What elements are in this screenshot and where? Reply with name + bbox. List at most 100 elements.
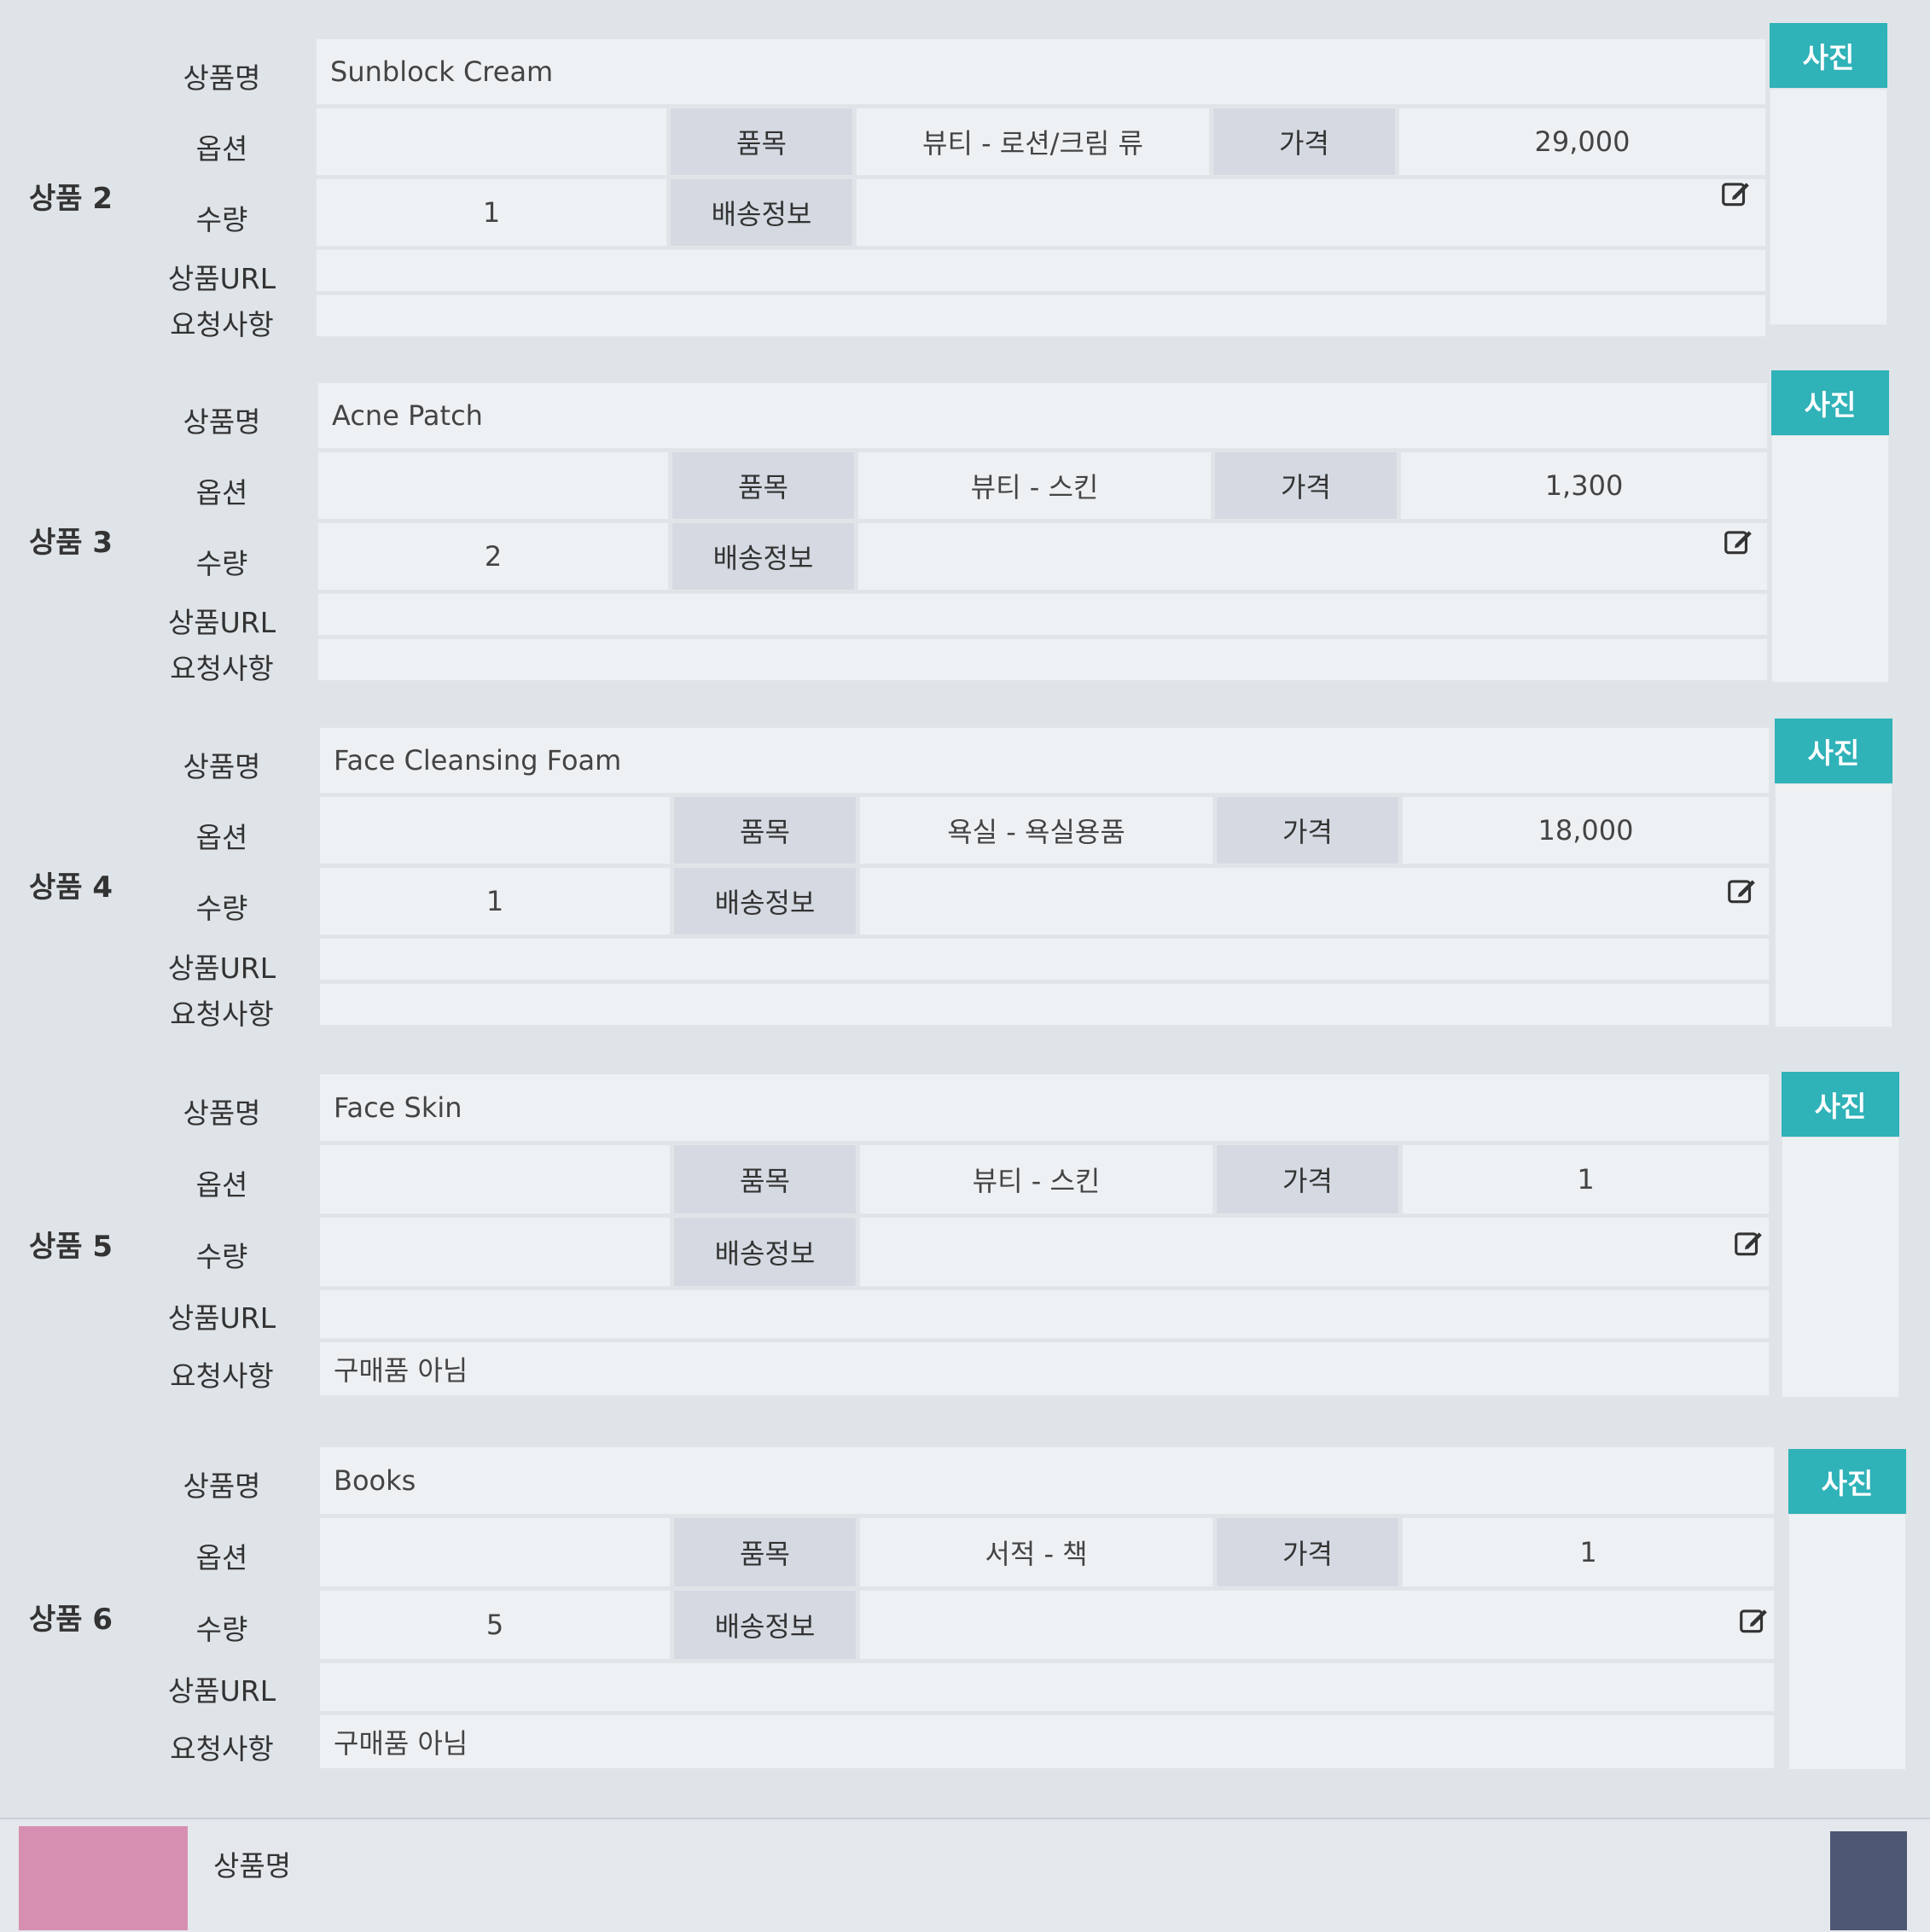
qty-label: 수량 — [195, 1613, 248, 1646]
category-field[interactable]: 욕실 - 욕실용품 — [859, 796, 1213, 864]
name-field[interactable]: Face Skin — [319, 1074, 1770, 1142]
request-field[interactable]: 구매품 아님 — [319, 1714, 1775, 1769]
option-field[interactable] — [319, 1144, 671, 1214]
category-field[interactable]: 뷰티 - 스킨 — [859, 1144, 1213, 1214]
product-title: 상품 5 — [29, 1230, 113, 1264]
request-field[interactable] — [316, 294, 1766, 337]
category-field[interactable]: 뷰티 - 로션/크림 류 — [856, 108, 1210, 176]
url-field[interactable] — [319, 1289, 1770, 1339]
qty-field[interactable] — [319, 1217, 671, 1287]
category-label: 품목 — [673, 1517, 857, 1587]
shipping-label: 배송정보 — [673, 1217, 857, 1287]
name-label: 상품명 — [213, 1849, 292, 1883]
side-button[interactable] — [1830, 1831, 1907, 1930]
name-field[interactable]: Acne Patch — [317, 382, 1768, 449]
price-field[interactable]: 29,000 — [1398, 108, 1766, 176]
price-field[interactable]: 1,300 — [1400, 451, 1768, 520]
request-label: 요청사항 — [170, 652, 274, 685]
qty-label: 수량 — [195, 203, 248, 236]
edit-icon[interactable] — [1719, 177, 1752, 210]
request-field[interactable]: 구매품 아님 — [319, 1341, 1770, 1396]
name-field[interactable]: Books — [319, 1446, 1775, 1515]
qty-field[interactable]: 1 — [319, 867, 671, 935]
shipping-field[interactable] — [859, 1217, 1770, 1287]
edit-icon[interactable] — [1737, 1604, 1770, 1637]
url-field[interactable] — [317, 593, 1768, 636]
category-label: 품목 — [673, 796, 857, 864]
request-label: 요청사항 — [170, 1359, 274, 1393]
price-field[interactable]: 1 — [1402, 1517, 1775, 1587]
qty-label: 수량 — [195, 1240, 248, 1273]
photo-button[interactable]: 사진 — [1771, 370, 1889, 435]
request-label: 요청사항 — [170, 998, 274, 1031]
product-title: 상품 6 — [29, 1603, 113, 1637]
option-field[interactable] — [316, 108, 667, 176]
option-label: 옵션 — [195, 476, 248, 509]
category-label: 품목 — [671, 451, 855, 520]
name-label: 상품명 — [183, 405, 261, 439]
option-label: 옵션 — [195, 1541, 248, 1574]
qty-label: 수량 — [195, 547, 248, 580]
photo-area — [1788, 1514, 1906, 1770]
name-field[interactable]: Face Cleansing Foam — [319, 727, 1770, 794]
shipping-label: 배송정보 — [673, 867, 857, 935]
qty-field[interactable]: 5 — [319, 1590, 671, 1660]
shipping-label: 배송정보 — [673, 1590, 857, 1660]
name-label: 상품명 — [183, 1469, 261, 1503]
photo-area — [1782, 1137, 1899, 1398]
request-field[interactable] — [317, 638, 1768, 681]
url-label: 상품URL — [167, 1301, 276, 1335]
price-label: 가격 — [1212, 108, 1396, 176]
qty-field[interactable]: 2 — [317, 522, 669, 591]
option-field[interactable] — [319, 1517, 671, 1587]
edit-icon[interactable] — [1722, 526, 1754, 558]
product-title: 상품 2 — [29, 182, 113, 216]
price-label: 가격 — [1216, 1144, 1399, 1214]
category-label: 품목 — [673, 1144, 857, 1214]
price-label: 가격 — [1214, 451, 1398, 520]
product-title: 상품 4 — [29, 870, 113, 905]
request-field[interactable] — [319, 983, 1770, 1026]
shipping-label: 배송정보 — [671, 522, 855, 591]
category-field[interactable]: 뷰티 - 스킨 — [857, 451, 1212, 520]
photo-area — [1770, 89, 1887, 325]
price-field[interactable]: 18,000 — [1402, 796, 1770, 864]
price-label: 가격 — [1216, 1517, 1399, 1587]
url-label: 상품URL — [167, 606, 276, 639]
category-label: 품목 — [670, 108, 853, 176]
option-label: 옵션 — [195, 1168, 248, 1202]
price-field[interactable]: 1 — [1402, 1144, 1770, 1214]
qty-field[interactable]: 1 — [316, 178, 667, 247]
edit-icon[interactable] — [1725, 875, 1758, 907]
price-label: 가격 — [1216, 796, 1399, 864]
category-field[interactable]: 서적 - 책 — [859, 1517, 1213, 1587]
photo-button[interactable]: 사진 — [1782, 1072, 1899, 1137]
url-field[interactable] — [319, 1662, 1775, 1712]
photo-area — [1771, 435, 1889, 683]
shipping-field[interactable] — [859, 867, 1770, 935]
option-label: 옵션 — [195, 821, 248, 854]
url-label: 상품URL — [167, 1674, 276, 1708]
product-color-swatch — [19, 1826, 188, 1930]
option-field[interactable] — [319, 796, 671, 864]
url-label: 상품URL — [167, 951, 276, 985]
photo-button[interactable]: 사진 — [1770, 23, 1887, 88]
shipping-field[interactable] — [859, 1590, 1775, 1660]
option-field[interactable] — [317, 451, 669, 520]
name-label: 상품명 — [183, 750, 261, 783]
name-label: 상품명 — [183, 1097, 261, 1130]
product-title: 상품 3 — [29, 526, 113, 560]
url-field[interactable] — [319, 938, 1770, 981]
request-label: 요청사항 — [170, 308, 274, 341]
photo-button[interactable]: 사진 — [1788, 1449, 1906, 1514]
url-label: 상품URL — [167, 262, 276, 295]
edit-icon[interactable] — [1732, 1227, 1764, 1260]
option-label: 옵션 — [195, 132, 248, 166]
url-field[interactable] — [316, 249, 1766, 292]
shipping-field[interactable] — [857, 522, 1768, 591]
shipping-field[interactable] — [856, 178, 1766, 247]
shipping-label: 배송정보 — [670, 178, 853, 247]
name-field[interactable]: Sunblock Cream — [316, 38, 1766, 105]
photo-button[interactable]: 사진 — [1775, 719, 1892, 783]
qty-label: 수량 — [195, 892, 248, 925]
